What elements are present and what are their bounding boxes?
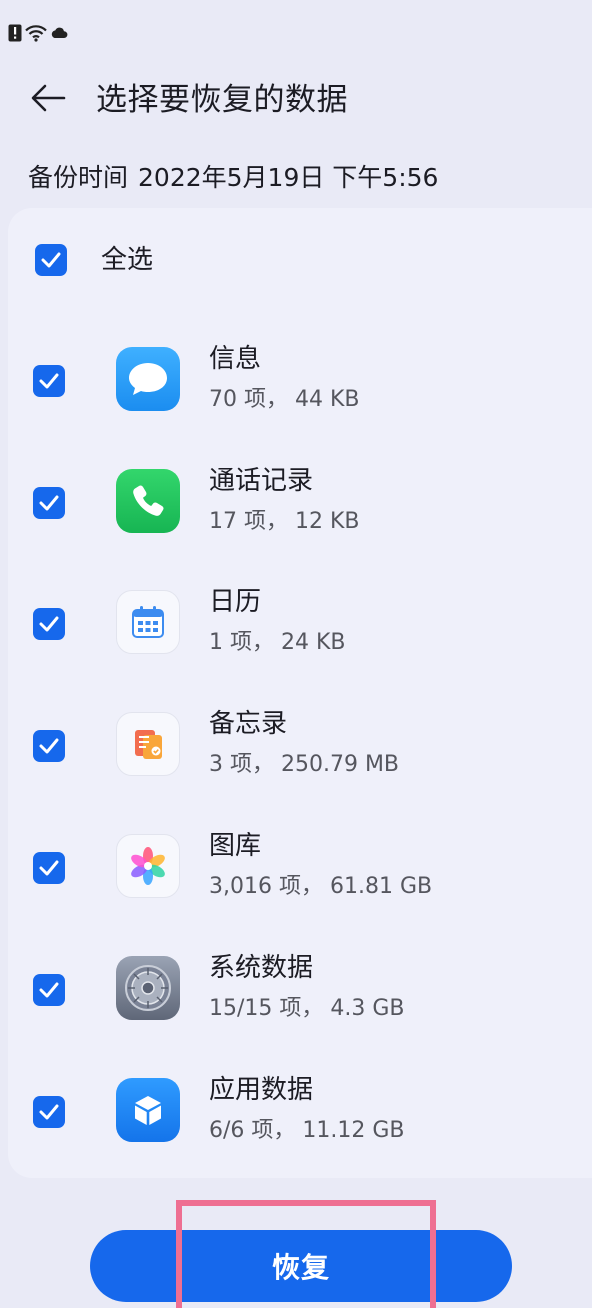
- checkmark-icon: [39, 1104, 59, 1120]
- notes-icon: [116, 712, 180, 776]
- item-name: 日历: [209, 587, 262, 617]
- cloud-icon: [50, 26, 68, 40]
- item-name: 应用数据: [209, 1075, 314, 1105]
- calendar-icon: [116, 590, 180, 654]
- backup-time: 备份时间 2022年5月19日 下午5:56: [28, 158, 438, 198]
- item-checkbox[interactable]: [33, 608, 65, 640]
- list-item-notes[interactable]: 备忘录 3 项， 250.79 MB: [0, 709, 592, 824]
- app-data-icon: [116, 1078, 180, 1142]
- item-name: 备忘录: [209, 709, 288, 739]
- item-checkbox[interactable]: [33, 730, 65, 762]
- item-checkbox[interactable]: [33, 487, 65, 519]
- item-name: 图库: [209, 831, 262, 861]
- list-item-app-data[interactable]: 应用数据 6/6 项， 11.12 GB: [0, 1075, 592, 1190]
- list-item-call-log[interactable]: 通话记录 17 项， 12 KB: [0, 466, 592, 581]
- select-all-checkbox[interactable]: [35, 244, 67, 276]
- checkmark-icon: [39, 738, 59, 754]
- gallery-icon: [116, 834, 180, 898]
- backup-time-label: 备份时间: [28, 163, 129, 192]
- alert-icon: [8, 24, 22, 42]
- item-checkbox[interactable]: [33, 852, 65, 884]
- item-detail: 6/6 项， 11.12 GB: [209, 1118, 405, 1143]
- select-all-label: 全选: [101, 245, 154, 275]
- list-item-calendar[interactable]: 日历 1 项， 24 KB: [0, 587, 592, 702]
- item-detail: 1 项， 24 KB: [209, 630, 346, 655]
- page-title: 选择要恢复的数据: [96, 82, 348, 118]
- back-arrow-icon: [30, 83, 66, 117]
- item-detail: 70 项， 44 KB: [209, 387, 360, 412]
- back-button[interactable]: [26, 80, 70, 120]
- checkmark-icon: [39, 860, 59, 876]
- checkmark-icon: [39, 616, 59, 632]
- checkmark-icon: [39, 495, 59, 511]
- wifi-icon: [25, 24, 47, 42]
- item-name: 信息: [209, 344, 262, 374]
- messages-icon: [116, 347, 180, 411]
- checkmark-icon: [39, 373, 59, 389]
- phone-icon: [116, 469, 180, 533]
- item-name: 通话记录: [209, 466, 314, 496]
- item-detail: 15/15 项， 4.3 GB: [209, 996, 405, 1021]
- backup-time-value: 2022年5月19日 下午5:56: [138, 163, 439, 192]
- item-checkbox[interactable]: [33, 1096, 65, 1128]
- system-settings-icon: [116, 956, 180, 1020]
- list-item-system-data[interactable]: 系统数据 15/15 项， 4.3 GB: [0, 953, 592, 1068]
- checkmark-icon: [39, 982, 59, 998]
- list-item-gallery[interactable]: 图库 3,016 项， 61.81 GB: [0, 831, 592, 946]
- header: 选择要恢复的数据: [0, 70, 592, 130]
- item-checkbox[interactable]: [33, 365, 65, 397]
- item-checkbox[interactable]: [33, 974, 65, 1006]
- list-item-messages[interactable]: 信息 70 项， 44 KB: [0, 344, 592, 459]
- item-detail: 3 项， 250.79 MB: [209, 752, 400, 777]
- status-bar: [8, 22, 68, 44]
- item-detail: 3,016 项， 61.81 GB: [209, 874, 433, 899]
- restore-button[interactable]: 恢复: [90, 1230, 512, 1302]
- checkmark-icon: [41, 252, 61, 268]
- item-name: 系统数据: [209, 953, 314, 983]
- item-detail: 17 项， 12 KB: [209, 509, 360, 534]
